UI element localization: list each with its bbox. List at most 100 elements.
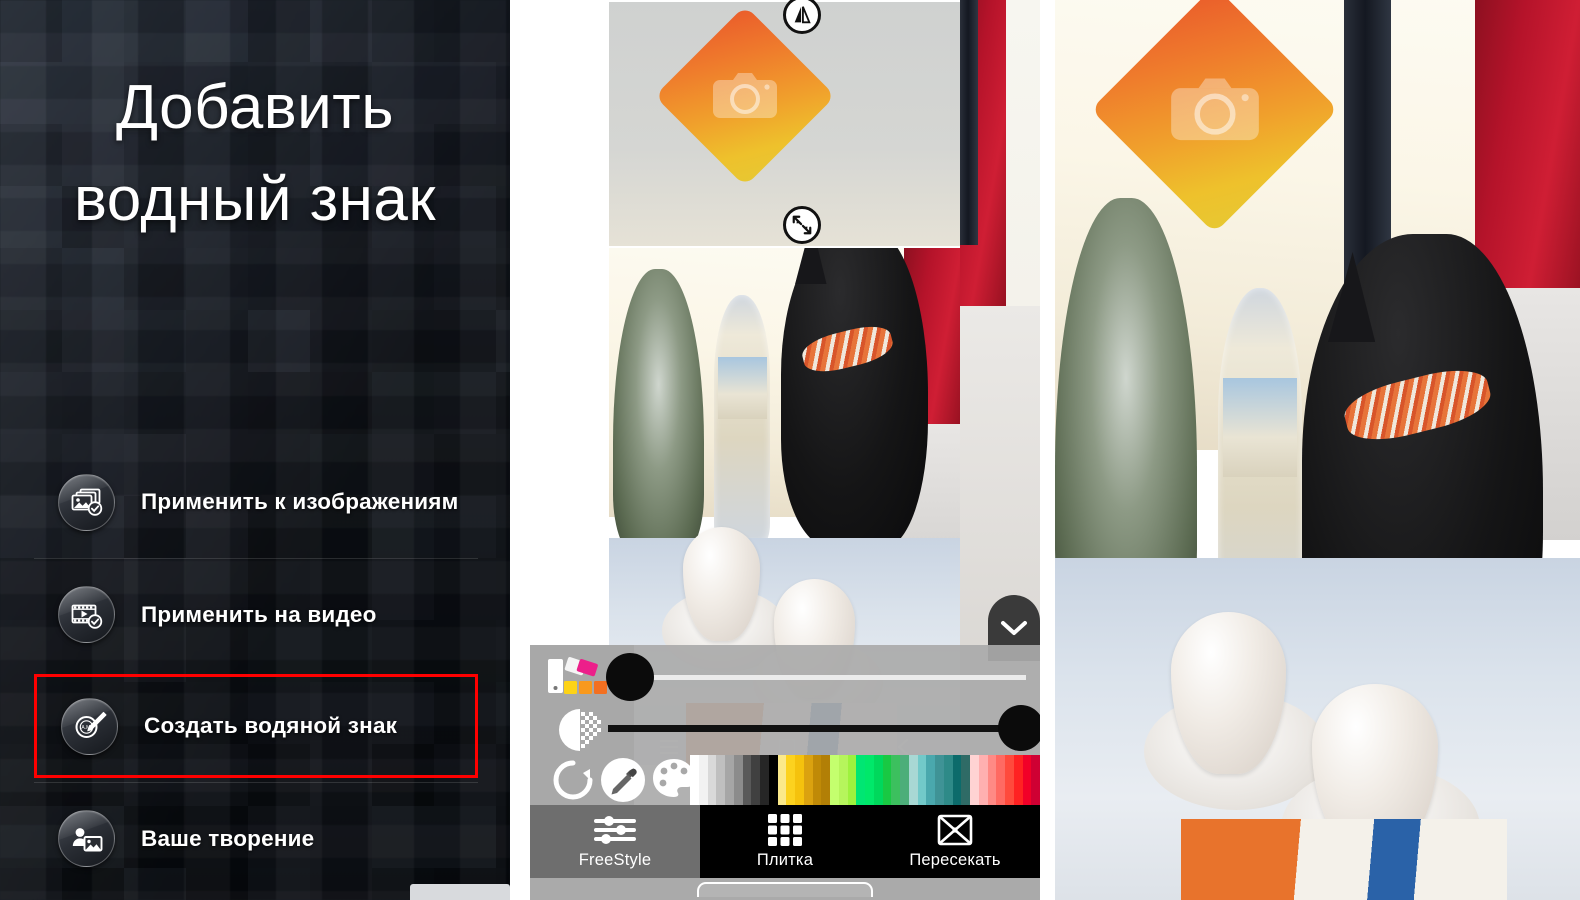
opacity-slider-knob[interactable] [998, 705, 1040, 751]
color-swatch[interactable] [970, 755, 979, 805]
chevron-down-icon [1001, 621, 1027, 635]
menu-item-label: Ваше творение [141, 825, 315, 851]
color-swatch[interactable] [733, 755, 743, 805]
color-swatch[interactable] [821, 755, 830, 805]
mosaic-tile [0, 0, 62, 62]
size-slider-track[interactable] [634, 675, 1026, 680]
color-swatch[interactable] [935, 755, 944, 805]
mosaic-tile [248, 310, 310, 372]
mosaic-tile [372, 372, 434, 434]
color-swatch[interactable] [1013, 755, 1023, 805]
mosaic-tile [186, 372, 248, 434]
color-swatch[interactable] [812, 755, 822, 805]
color-swatch[interactable] [786, 755, 795, 805]
color-swatch[interactable] [987, 755, 997, 805]
color-swatch[interactable] [742, 755, 752, 805]
color-swatch[interactable] [838, 755, 848, 805]
color-swatch[interactable] [1031, 755, 1040, 805]
color-swatch[interactable] [768, 755, 778, 805]
mosaic-tile [496, 744, 510, 806]
color-swatch[interactable] [698, 755, 708, 805]
color-swatch[interactable] [751, 755, 760, 805]
grid-tile-icon [767, 813, 803, 847]
color-swatch[interactable] [725, 755, 734, 805]
mosaic-tile [496, 620, 510, 682]
color-swatch[interactable] [795, 755, 804, 805]
resize-corner-icon[interactable] [783, 206, 821, 244]
menu-item-create-watermark[interactable]: A.M. Создать водяной знак [34, 674, 478, 778]
color-swatch[interactable] [1022, 755, 1032, 805]
color-swatch[interactable] [707, 755, 717, 805]
tab-label: Пересекать [909, 851, 1001, 869]
color-swatch[interactable] [777, 755, 787, 805]
tab-freestyle[interactable]: FreeStyle [530, 805, 700, 878]
mosaic-tile [186, 310, 248, 372]
color-swatch[interactable] [882, 755, 892, 805]
mosaic-tile [62, 372, 124, 434]
opacity-icon[interactable] [556, 707, 604, 753]
color-swatch[interactable] [760, 755, 769, 805]
mosaic-tile [434, 0, 496, 62]
color-swatch[interactable] [1005, 755, 1014, 805]
mosaic-tile [124, 248, 186, 310]
mosaic-tile [62, 248, 124, 310]
color-swatch[interactable] [830, 755, 839, 805]
editor-tabbar: FreeStyle Плитка Пересекать [530, 805, 1040, 878]
mosaic-tile [248, 372, 310, 434]
color-swatch[interactable] [856, 755, 865, 805]
mosaic-tile [434, 372, 496, 434]
color-swatch[interactable] [690, 755, 699, 805]
mosaic-tile [186, 248, 248, 310]
color-swatch[interactable] [978, 755, 988, 805]
color-swatch[interactable] [891, 755, 900, 805]
mosaic-tile [496, 372, 510, 434]
page-title-line-1: Добавить [115, 73, 394, 142]
color-swatch[interactable] [716, 755, 725, 805]
menu-item-apply-to-images[interactable]: Применить к изображениям [34, 446, 478, 558]
your-creation-icon [58, 810, 115, 867]
mosaic-tile [62, 0, 124, 62]
cross-box-icon [937, 813, 973, 847]
watermark-selection-box[interactable] [609, 0, 960, 248]
color-swatch[interactable] [803, 755, 813, 805]
tab-tile[interactable]: Плитка [700, 805, 870, 878]
page-title: Добавить водный знак [0, 62, 510, 246]
menu-item-your-creation[interactable]: Ваше творение [34, 782, 478, 894]
mosaic-tile [124, 372, 186, 434]
color-swatch[interactable] [847, 755, 857, 805]
mosaic-tile [310, 0, 372, 62]
mosaic-tile [62, 310, 124, 372]
color-swatch[interactable] [926, 755, 935, 805]
color-swatch[interactable] [961, 755, 970, 805]
tab-label: FreeStyle [578, 851, 652, 869]
mosaic-tile [496, 248, 510, 310]
mosaic-tile [496, 310, 510, 372]
opacity-slider-track[interactable] [608, 725, 1026, 732]
color-strip[interactable] [690, 755, 1040, 805]
mosaic-tile [496, 682, 510, 744]
rotate-icon[interactable] [550, 757, 596, 803]
mosaic-tile [248, 0, 310, 62]
page-title-line-2: водный знак [74, 165, 436, 234]
color-swatch[interactable] [865, 755, 874, 805]
sliders-icon [594, 813, 636, 847]
left-panel-bottom-indicator [410, 884, 510, 900]
mosaic-tile [124, 0, 186, 62]
color-swatch[interactable] [873, 755, 883, 805]
color-swatch[interactable] [943, 755, 953, 805]
color-swatch[interactable] [952, 755, 962, 805]
color-swatch[interactable] [900, 755, 909, 805]
color-swatch[interactable] [908, 755, 918, 805]
tab-intersect[interactable]: Пересекать [870, 805, 1040, 878]
mosaic-tile [124, 310, 186, 372]
color-swatch[interactable] [996, 755, 1005, 805]
mosaic-tile [310, 372, 372, 434]
mosaic-tile [310, 310, 372, 372]
camera-icon [1127, 22, 1302, 197]
size-slider-knob[interactable] [606, 653, 654, 701]
mosaic-tile [248, 248, 310, 310]
menu-item-apply-to-video[interactable]: Применить на видео [34, 558, 478, 670]
eyedropper-icon[interactable] [600, 757, 646, 803]
home-indicator[interactable] [697, 881, 873, 897]
color-swatch[interactable] [917, 755, 927, 805]
